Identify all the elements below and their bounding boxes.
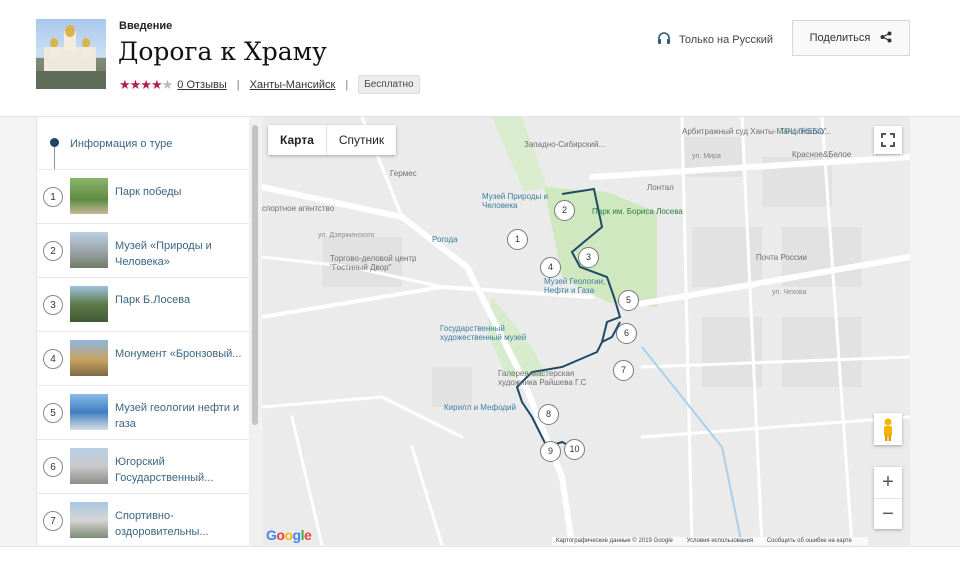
reviews-link[interactable]: 0 Отзывы [177,79,226,91]
stop-number: 3 [43,295,63,315]
map-marker-1[interactable]: 1 [507,229,528,250]
stop-item[interactable]: 3 Парк Б.Лосева [37,278,250,332]
zoom-control: + − [874,467,902,529]
zoom-in-button[interactable]: + [874,467,902,498]
google-logo[interactable]: Google [266,527,312,543]
zoom-out-button[interactable]: − [874,498,902,530]
location-link[interactable]: Ханты-Мансийск [250,79,336,91]
stop-item[interactable]: 7 Спортивно-оздоровительны... [37,494,250,545]
timeline-dot [50,138,59,147]
map-marker-3[interactable]: 3 [578,247,599,268]
stop-name: Спортивно-оздоровительны... [115,510,209,538]
rating-stars: ★★★★★ [119,76,173,92]
tour-category: Введение [119,20,173,32]
terms-link[interactable]: Условия использования [687,538,754,544]
divider: | [345,78,349,91]
map-marker-2[interactable]: 2 [554,200,575,221]
poi-germes[interactable]: Гермес [390,169,417,178]
language-indicator: Только на Русский [657,31,773,48]
stop-item[interactable]: 2 Музей «Природы и Человека» [37,224,250,278]
stop-thumbnail [70,502,108,538]
stop-name: Парк Б.Лосева [115,294,191,306]
poi-zapsib[interactable]: Западно-Сибирский... [524,140,605,149]
stop-item[interactable]: 1 Парк победы [37,170,250,224]
route-map[interactable]: Арбитражный суд Ханты-Мансийского... ТРЦ… [262,117,910,545]
poi-pochta[interactable]: Почта России [756,253,807,262]
stop-thumbnail [70,394,108,430]
stop-thumbnail [70,178,108,214]
tour-header: Введение Дорога к Храму ★★★★★ 0 Отзывы |… [0,0,960,117]
share-label: Поделиться [809,32,871,44]
stop-item[interactable]: 5 Музей геологии нефти и газа [37,386,250,440]
map-marker-8[interactable]: 8 [538,404,559,425]
map-marker-4[interactable]: 4 [540,257,561,278]
poi-rogoda[interactable]: Рогода [432,235,458,244]
street-dzerzhinskogo: ул. Дзержинского [318,232,375,239]
tour-info-label: Информация о туре [70,138,173,150]
stop-thumbnail [70,448,108,484]
poi-park-loseva[interactable]: Парк им. Бориса Лосева [592,207,683,216]
poi-museum-nature[interactable]: Музей Природы и Человека [482,192,552,210]
poi-trc-nebo[interactable]: ТРЦ "НЕБО" [780,127,827,136]
poi-sport-agency[interactable]: спортное агентство [262,204,334,213]
map-marker-7[interactable]: 7 [613,360,634,381]
poi-kirill-mefodiy[interactable]: Кирилл и Мефодий [444,403,516,412]
stop-thumbnail [70,286,108,322]
stop-item[interactable]: 4 Монумент «Бронзовый... [37,332,250,386]
map-canvas [262,117,910,545]
stops-sidebar: Информация о туре 1 Парк победы 2 Музей … [36,117,250,545]
stop-name: Парк победы [115,186,182,198]
sidebar-scrollbar[interactable] [249,117,261,545]
stop-number: 1 [43,187,63,207]
poi-gostiny-dvor[interactable]: Торгово-деловой центр "Гостиный Двор" [330,254,450,272]
stop-name: Музей геологии нефти и газа [115,402,240,430]
headphones-icon [657,31,671,48]
stop-name: Монумент «Бронзовый... [115,348,242,360]
tab-map[interactable]: Карта [268,125,326,155]
divider: | [236,78,240,91]
language-label: Только на Русский [679,33,774,46]
poi-gallery[interactable]: Галерея-мастерская художника Райшева Г.С [498,369,608,387]
tour-meta: ★★★★★ 0 Отзывы | Ханты-Мансийск | Беспла… [119,75,420,94]
map-footer: Картографические данные © 2019 Google Ус… [552,537,868,545]
poi-art-museum[interactable]: Государственный художественный музей [440,324,530,342]
map-marker-9[interactable]: 9 [540,441,561,462]
street-chekhova: ул. Чехова [772,289,807,296]
scrollbar-thumb[interactable] [252,125,258,425]
stop-number: 2 [43,241,63,261]
stop-name: Югорский Государственный... [115,456,214,484]
stop-item[interactable]: 6 Югорский Государственный... [37,440,250,494]
tour-thumbnail [36,19,106,89]
stop-number: 4 [43,349,63,369]
share-button[interactable]: Поделиться [792,20,910,56]
map-data-credit: Картографические данные © 2019 Google [556,538,673,544]
stop-thumbnail [70,232,108,268]
tour-info-item[interactable]: Информация о туре [37,117,250,170]
stop-thumbnail [70,340,108,376]
map-marker-5[interactable]: 5 [618,290,639,311]
poi-geology-museum[interactable]: Музей Геологии, Нефти и Газа [544,277,624,295]
map-type-switcher: Карта Спутник [268,125,397,155]
page-bottom [0,546,960,578]
fullscreen-button[interactable] [874,126,902,154]
share-icon [880,31,892,46]
street-view-button[interactable] [874,413,902,445]
tab-satellite[interactable]: Спутник [325,125,396,155]
report-error-link[interactable]: Сообщить об ошибке на карте [767,538,852,544]
map-marker-6[interactable]: 6 [616,323,637,344]
poi-krasnoe-beloe[interactable]: Красное&Белое [792,150,851,159]
stop-number: 7 [43,511,63,531]
stop-number: 6 [43,457,63,477]
street-mira: ул. Мира [692,153,721,160]
price-badge: Бесплатно [358,75,420,94]
map-marker-10[interactable]: 10 [564,439,585,460]
poi-lontal[interactable]: Лонтал [647,183,674,192]
tour-title: Дорога к Храму [118,37,327,66]
stop-name: Музей «Природы и Человека» [115,240,212,268]
stop-number: 5 [43,403,63,423]
